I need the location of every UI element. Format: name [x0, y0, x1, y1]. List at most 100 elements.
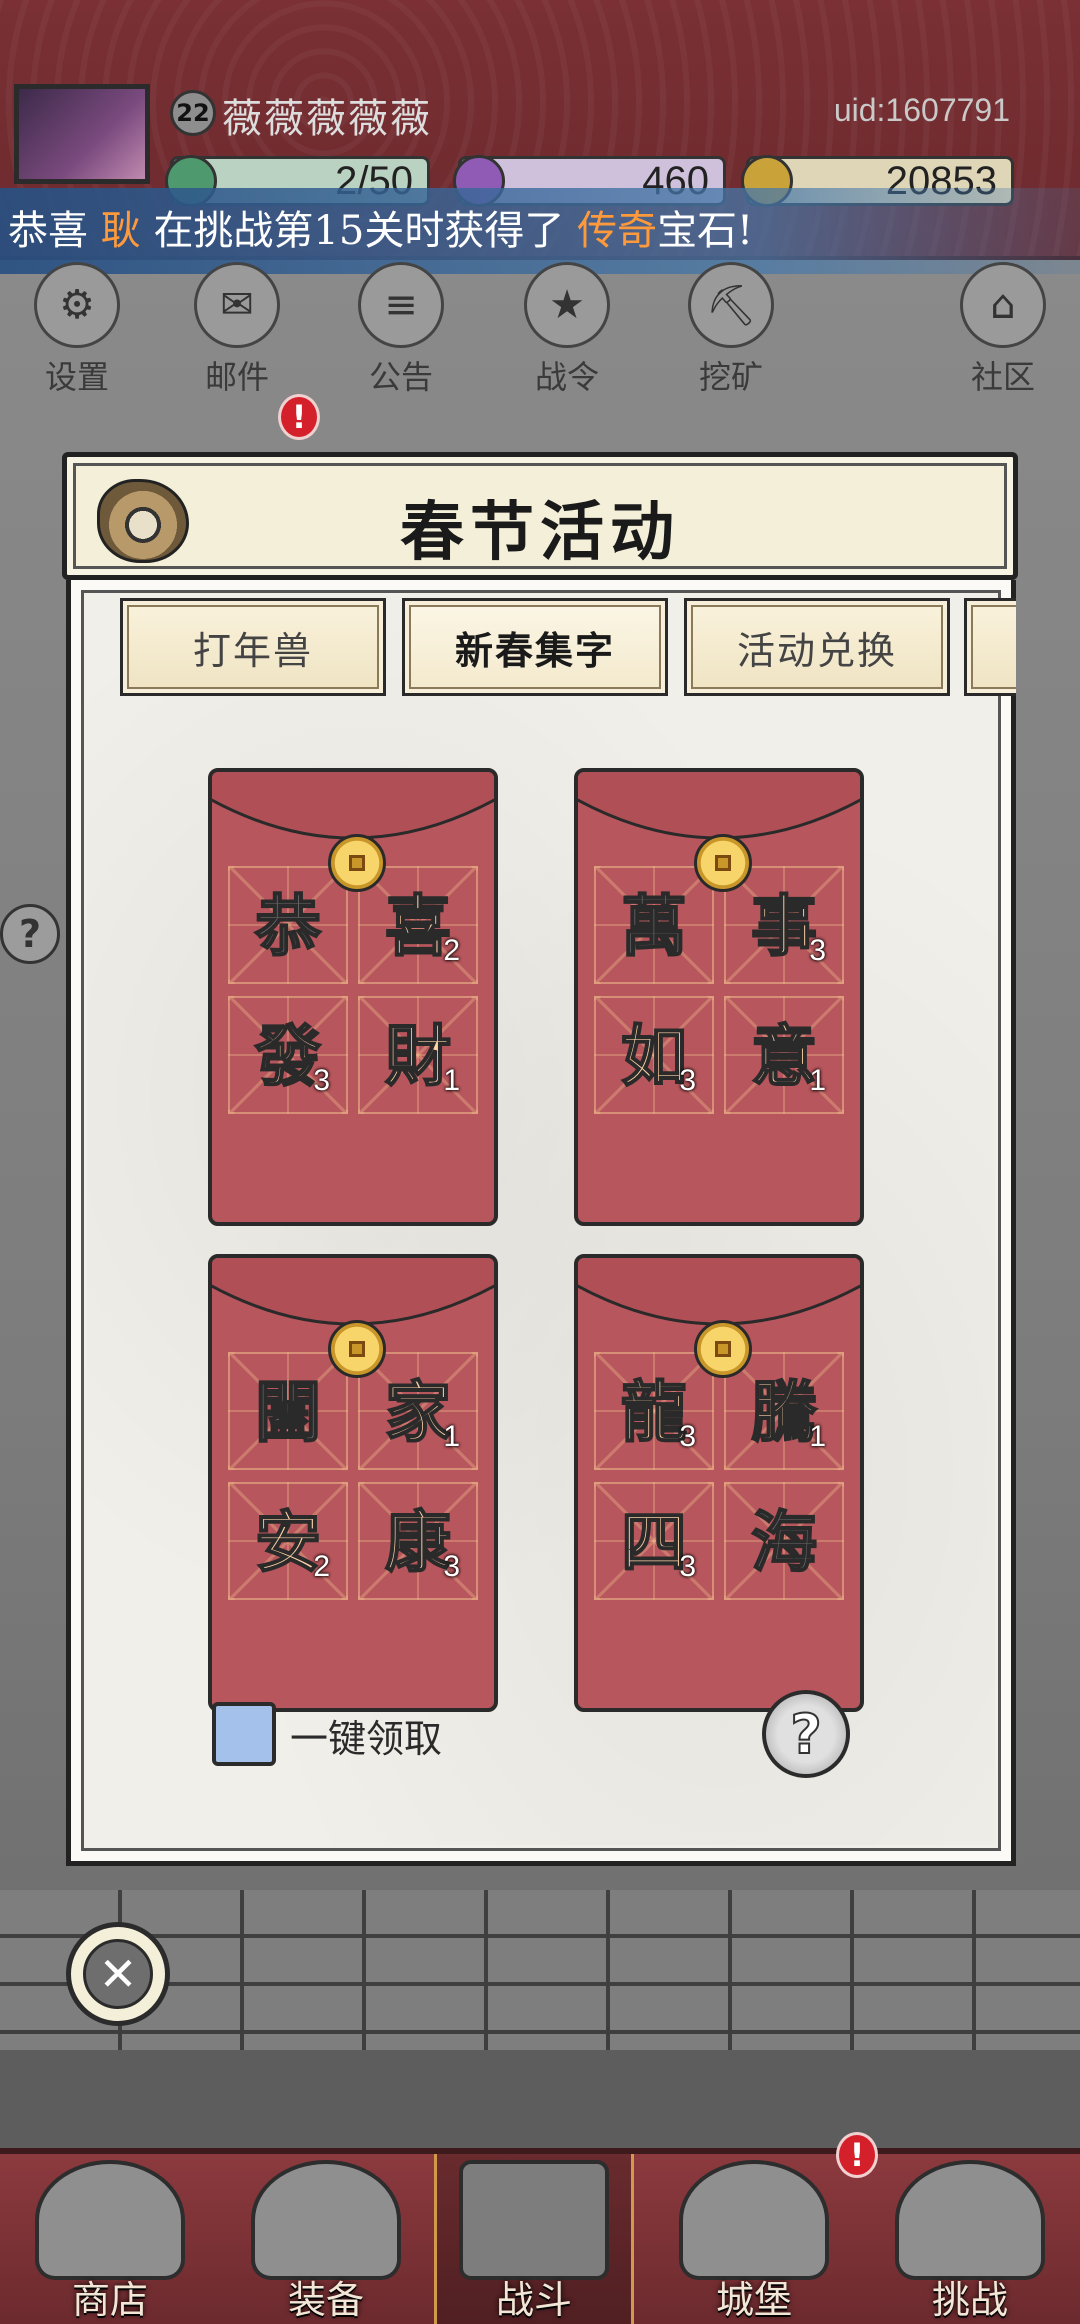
menu-war-order[interactable]: ★ 战令 — [512, 262, 622, 398]
character-grid: 萬事3如3意1 — [594, 866, 850, 1116]
backpack-icon — [251, 2160, 401, 2280]
broadcast-item: 传奇 — [577, 208, 658, 254]
character-cell[interactable]: 闔 — [228, 1352, 348, 1470]
nav-castle[interactable]: 城堡 — [654, 2154, 854, 2324]
one-click-claim-checkbox[interactable] — [212, 1702, 276, 1766]
crossed-swords-icon — [459, 2160, 609, 2280]
menu-settings[interactable]: ⚙ 设置 — [22, 262, 132, 398]
shield-icon — [895, 2160, 1045, 2280]
character-count: 3 — [679, 1064, 696, 1097]
character-count: 1 — [809, 1420, 826, 1453]
shop-icon — [35, 2160, 185, 2280]
player-avatar[interactable] — [14, 84, 150, 184]
red-envelope[interactable]: 闔家1安2康3 — [208, 1254, 498, 1712]
character-count: 1 — [809, 1064, 826, 1097]
character-cell[interactable]: 意1 — [724, 996, 844, 1114]
nav-challenge-label: 挑战 — [931, 2278, 1008, 2322]
red-envelope[interactable]: 萬事3如3意1 — [574, 768, 864, 1226]
castle-icon — [679, 2160, 829, 2280]
tab-event-exchange[interactable]: 活动兑换 — [684, 598, 950, 696]
character-count: 3 — [809, 934, 826, 967]
nav-shop[interactable]: 商店 — [10, 2154, 210, 2324]
menu-community[interactable]: ⌂ 社区 — [948, 262, 1058, 398]
menu-notice-label: 公告 — [368, 358, 433, 396]
coin-seal-icon — [694, 834, 752, 892]
road-background — [0, 2050, 1080, 2150]
war-order-icon: ★ — [524, 262, 610, 348]
scroll-icon: ≡ — [358, 262, 444, 348]
castle-alert-icon: ! — [836, 2132, 878, 2178]
tab-collect-characters[interactable]: 新春集字 — [402, 598, 668, 696]
close-button[interactable]: ✕ — [66, 1922, 170, 2026]
modal-title: 春节活动 — [400, 495, 680, 570]
character-cell[interactable]: 恭 — [228, 866, 348, 984]
character-cell[interactable]: 安2 — [228, 1482, 348, 1600]
event-modal-header: 春节活动 — [62, 452, 1018, 580]
bottom-nav: 商店 装备 战斗 城堡 挑战 ! — [0, 2132, 1080, 2324]
menu-mail-label: 邮件 — [204, 358, 269, 396]
character-grid: 龍3騰1四3海 — [594, 1352, 850, 1602]
coin-seal-icon — [328, 1320, 386, 1378]
character-glyph: 海 — [750, 1502, 818, 1582]
character-cell[interactable]: 財1 — [358, 996, 478, 1114]
menu-mining-label: 挖矿 — [698, 358, 763, 396]
character-grid: 恭喜2發3財1 — [228, 866, 484, 1116]
one-click-claim-label[interactable]: 一键领取 — [290, 1708, 442, 1763]
character-count: 3 — [679, 1420, 696, 1453]
top-menu: ⚙ 设置 ✉ 邮件 ≡ 公告 ★ 战令 ⛏ 挖矿 ⌂ 社区 — [0, 262, 1080, 396]
broadcast-middle: 在挑战第15关时获得了 — [153, 208, 565, 254]
menu-settings-label: 设置 — [44, 358, 109, 396]
menu-war-order-label: 战令 — [534, 358, 599, 396]
character-count: 2 — [443, 934, 460, 967]
broadcast-prefix: 恭喜 — [8, 208, 88, 254]
coin-seal-icon — [328, 834, 386, 892]
help-button[interactable]: ? — [762, 1690, 850, 1778]
menu-mail[interactable]: ✉ 邮件 — [182, 262, 292, 398]
broadcast-player: 耿 — [100, 208, 141, 254]
home-icon: ⌂ — [960, 262, 1046, 348]
nav-shop-label: 商店 — [71, 2278, 148, 2322]
nav-equipment-label: 装备 — [287, 2278, 364, 2322]
character-count: 2 — [313, 1550, 330, 1583]
red-envelope[interactable]: 龍3騰1四3海 — [574, 1254, 864, 1712]
nav-battle[interactable]: 战斗 — [434, 2154, 634, 2324]
character-cell[interactable]: 如3 — [594, 996, 714, 1114]
character-glyph: 恭 — [254, 886, 322, 966]
close-icon: ✕ — [83, 1939, 153, 2009]
character-count: 1 — [443, 1420, 460, 1453]
character-cell[interactable]: 發3 — [228, 996, 348, 1114]
red-envelope[interactable]: 恭喜2發3財1 — [208, 768, 498, 1226]
character-glyph: 闔 — [254, 1372, 322, 1452]
nav-equipment[interactable]: 装备 — [226, 2154, 426, 2324]
character-count: 1 — [443, 1064, 460, 1097]
side-help-icon[interactable]: ? — [0, 904, 60, 964]
coin-seal-icon — [694, 1320, 752, 1378]
character-glyph: 萬 — [620, 886, 688, 966]
player-name: 薇薇薇薇薇 — [222, 96, 432, 142]
player-level-badge: 22 — [170, 90, 216, 136]
character-cell[interactable]: 海 — [724, 1482, 844, 1600]
mining-icon: ⛏ — [688, 262, 774, 348]
nav-battle-label: 战斗 — [495, 2278, 572, 2322]
menu-mining[interactable]: ⛏ 挖矿 — [676, 262, 786, 398]
character-count: 3 — [443, 1550, 460, 1583]
character-cell[interactable]: 四3 — [594, 1482, 714, 1600]
player-uid: uid:1607791 — [833, 92, 1010, 128]
menu-notice[interactable]: ≡ 公告 — [346, 262, 456, 398]
character-grid: 闔家1安2康3 — [228, 1352, 484, 1602]
gear-icon: ⚙ — [34, 262, 120, 348]
nav-challenge[interactable]: 挑战 — [870, 2154, 1070, 2324]
character-cell[interactable]: 萬 — [594, 866, 714, 984]
character-cell[interactable]: 龍3 — [594, 1352, 714, 1470]
alert-icon: ! — [278, 394, 320, 440]
character-count: 3 — [313, 1064, 330, 1097]
mail-icon: ✉ — [194, 262, 280, 348]
broadcast-suffix: 宝石! — [657, 208, 754, 254]
character-count: 3 — [679, 1550, 696, 1583]
tab-more[interactable] — [964, 598, 1016, 696]
event-tabs: 打年兽 新春集字 活动兑换 — [52, 598, 1016, 702]
character-cell[interactable]: 康3 — [358, 1482, 478, 1600]
tab-nian-beast[interactable]: 打年兽 — [120, 598, 386, 696]
menu-community-label: 社区 — [970, 358, 1035, 396]
nav-castle-label: 城堡 — [715, 2278, 792, 2322]
